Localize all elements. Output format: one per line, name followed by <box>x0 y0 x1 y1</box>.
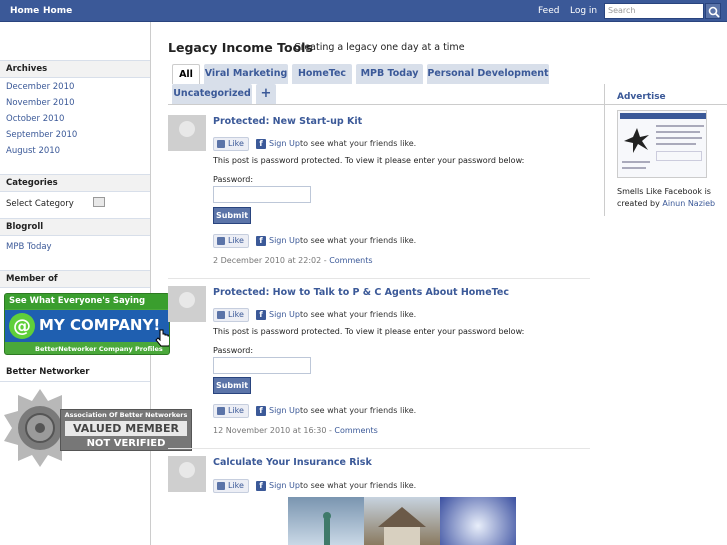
signup-text: to see what your friends like. <box>300 139 417 148</box>
advertise-text: Smells Like Facebook is created by Ainun… <box>617 187 716 208</box>
facebook-icon: f <box>256 139 266 149</box>
tab-add[interactable]: + <box>256 84 276 104</box>
post-meta: 12 November 2010 at 16:30 - Comments <box>213 426 378 435</box>
protected-notice: This post is password protected. To view… <box>213 156 525 165</box>
search-icon <box>708 6 720 18</box>
submit-button[interactable]: Submit <box>213 377 251 394</box>
archives-heading: Archives <box>0 60 150 78</box>
password-field[interactable] <box>213 186 311 203</box>
password-label: Password: <box>213 175 254 184</box>
thumbs-up-icon <box>217 140 225 148</box>
archive-link[interactable]: December 2010 <box>6 82 74 92</box>
post-avatar <box>168 286 206 322</box>
blogroll-link[interactable]: MPB Today <box>6 242 52 252</box>
advertise-heading: Advertise <box>617 92 666 102</box>
ink-splash-icon <box>624 128 649 153</box>
badge-bottom-text: BetterNetworker Company Profiles <box>35 345 163 353</box>
feed-link[interactable]: Feed <box>538 0 559 22</box>
advertise-divider <box>604 84 605 216</box>
svg-text:@: @ <box>13 316 31 337</box>
facebook-icon: f <box>256 481 266 491</box>
signup-text: to see what your friends like. <box>300 481 417 490</box>
like-button[interactable]: Like <box>213 308 249 322</box>
like-button[interactable]: Like <box>213 479 249 493</box>
protected-notice: This post is password protected. To view… <box>213 327 525 336</box>
at-sign-icon: @ <box>9 313 35 339</box>
archive-link[interactable]: October 2010 <box>6 114 64 124</box>
tab-hometec[interactable]: HomeTec <box>292 64 352 84</box>
categories-heading: Categories <box>0 174 150 192</box>
password-field[interactable] <box>213 357 311 374</box>
post-date: 2 December 2010 at 22:02 <box>213 256 322 265</box>
like-button[interactable]: Like <box>213 137 249 151</box>
site-title[interactable]: Legacy Income Tools <box>168 40 313 55</box>
badge-top-text: See What Everyone's Saying About <box>5 294 169 321</box>
thumbs-up-icon <box>217 482 225 490</box>
post-avatar <box>168 115 206 151</box>
archive-link[interactable]: September 2010 <box>6 130 77 140</box>
like-button[interactable]: Like <box>213 234 249 248</box>
signup-text: to see what your friends like. <box>300 406 417 415</box>
signup-link[interactable]: Sign Up <box>269 236 300 245</box>
badge-line1: Association Of Better Networkers <box>64 411 188 419</box>
archive-link[interactable]: August 2010 <box>6 146 60 156</box>
home-link[interactable]: Home <box>10 0 39 22</box>
post-avatar <box>168 456 206 492</box>
category-dropdown-button[interactable] <box>93 197 105 207</box>
thumbs-up-icon <box>217 237 225 245</box>
post-separator <box>168 278 590 279</box>
thumbs-up-icon <box>217 311 225 319</box>
tab-personal-development[interactable]: Personal Development <box>427 64 549 84</box>
post-meta: 2 December 2010 at 22:02 - Comments <box>213 256 373 265</box>
top-bar: Home Home Feed Log in Search <box>0 0 727 22</box>
statue-icon <box>323 512 331 545</box>
blogroll-heading: Blogroll <box>0 218 150 236</box>
signup-text: to see what your friends like. <box>300 236 417 245</box>
tab-uncategorized[interactable]: Uncategorized <box>172 84 252 104</box>
tab-all[interactable]: All <box>172 64 200 84</box>
company-badge[interactable]: See What Everyone's Saying About @ MY CO… <box>4 293 170 355</box>
post-title[interactable]: Protected: New Start-up Kit <box>213 116 362 127</box>
signup-link[interactable]: Sign Up <box>269 481 300 490</box>
site-tagline: Creating a legacy one day at a time <box>294 42 465 53</box>
facebook-icon: f <box>256 236 266 246</box>
better-networker-heading: Better Networker <box>0 364 150 382</box>
house-icon <box>378 507 426 545</box>
search-input[interactable]: Search <box>604 3 704 19</box>
home-link-2[interactable]: Home <box>43 0 72 22</box>
signup-link[interactable]: Sign Up <box>269 406 300 415</box>
tab-divider <box>168 104 727 105</box>
like-button[interactable]: Like <box>213 404 249 418</box>
archive-link[interactable]: November 2010 <box>6 98 75 108</box>
password-label: Password: <box>213 346 254 355</box>
comments-link[interactable]: Comments <box>329 256 372 265</box>
author-link[interactable]: Ainun Nazieb <box>662 199 715 208</box>
post-date: 12 November 2010 at 16:30 <box>213 426 327 435</box>
thumbs-up-icon <box>217 407 225 415</box>
signup-link[interactable]: Sign Up <box>269 139 300 148</box>
category-select[interactable]: Select Category <box>6 199 74 209</box>
post-separator <box>168 448 590 449</box>
tab-viral-marketing[interactable]: Viral Marketing <box>204 64 288 84</box>
networker-badge[interactable]: Association Of Better Networkers VALUED … <box>0 387 195 469</box>
facebook-icon: f <box>256 310 266 320</box>
post-title[interactable]: Calculate Your Insurance Risk <box>213 457 372 468</box>
search-button[interactable] <box>705 3 721 19</box>
advertise-thumbnail[interactable] <box>617 110 707 178</box>
login-link[interactable]: Log in <box>570 0 597 22</box>
submit-button[interactable]: Submit <box>213 207 251 224</box>
tab-mpb-today[interactable]: MPB Today <box>356 64 423 84</box>
post-title[interactable]: Protected: How to Talk to P & C Agents A… <box>213 287 509 298</box>
comments-link[interactable]: Comments <box>334 426 377 435</box>
sidebar: Archives December 2010 November 2010 Oct… <box>0 22 192 545</box>
facebook-icon: f <box>256 406 266 416</box>
insurance-image <box>288 497 516 545</box>
badge-main-text: MY COMPANY! <box>39 316 161 334</box>
signup-text: to see what your friends like. <box>300 310 417 319</box>
member-heading: Member of <box>0 270 150 288</box>
signup-link[interactable]: Sign Up <box>269 310 300 319</box>
badge-line2: VALUED MEMBER <box>65 421 187 436</box>
